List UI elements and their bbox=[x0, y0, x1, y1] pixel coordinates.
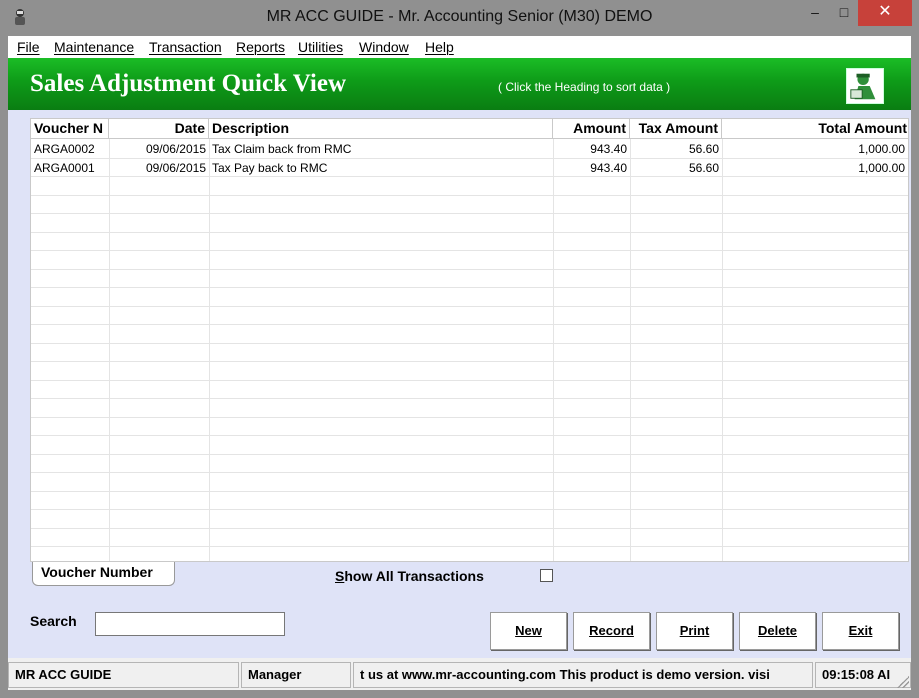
cell-date: 09/06/2015 bbox=[145, 160, 206, 175]
status-user: Manager bbox=[241, 662, 351, 688]
empty-table-row bbox=[31, 436, 908, 455]
minimize-button[interactable]: – bbox=[800, 0, 830, 26]
cell-voucher-no: ARGA0002 bbox=[34, 142, 95, 156]
empty-table-row bbox=[31, 307, 908, 325]
show-all-label-text: how All Transactions bbox=[344, 568, 484, 584]
column-header-amount[interactable]: Amount bbox=[553, 119, 630, 139]
cell-tax-amount: 56.60 bbox=[688, 160, 719, 175]
page-title: Sales Adjustment Quick View bbox=[30, 70, 347, 97]
empty-table-row bbox=[31, 325, 908, 344]
vouchers-table: Voucher N Date Description Amount Tax Am… bbox=[30, 118, 909, 562]
empty-table-row bbox=[31, 196, 908, 214]
empty-table-row bbox=[31, 381, 908, 399]
cell-description: Tax Pay back to RMC bbox=[212, 160, 328, 175]
empty-table-row bbox=[31, 510, 908, 529]
empty-table-row bbox=[31, 455, 908, 473]
page-header: Sales Adjustment Quick View ( Click the … bbox=[8, 58, 911, 110]
new-button[interactable]: New bbox=[490, 612, 567, 650]
title-bar: MR ACC GUIDE - Mr. Accounting Senior (M3… bbox=[0, 0, 919, 36]
accountant-figure-icon bbox=[846, 68, 884, 104]
app-window: MR ACC GUIDE - Mr. Accounting Senior (M3… bbox=[0, 0, 919, 698]
cell-tax-amount: 56.60 bbox=[688, 142, 719, 156]
record-button[interactable]: Record bbox=[573, 612, 650, 650]
sort-hint: ( Click the Heading to sort data ) bbox=[498, 80, 671, 94]
column-header-voucher-no[interactable]: Voucher N bbox=[31, 119, 109, 139]
column-header-total-amount[interactable]: Total Amount bbox=[722, 119, 908, 139]
maximize-button[interactable]: □ bbox=[830, 0, 858, 26]
exit-button[interactable]: Exit bbox=[822, 612, 899, 650]
resize-grip-icon[interactable] bbox=[897, 676, 909, 688]
search-label: Search bbox=[30, 613, 77, 629]
window-title: MR ACC GUIDE - Mr. Accounting Senior (M3… bbox=[266, 8, 653, 25]
empty-table-row bbox=[31, 418, 908, 436]
show-all-accelerator: S bbox=[335, 568, 345, 584]
menu-utilities[interactable]: Utilities bbox=[298, 39, 343, 55]
menu-reports[interactable]: Reports bbox=[236, 39, 285, 55]
empty-table-row bbox=[31, 214, 908, 233]
close-button[interactable]: ✕ bbox=[858, 0, 912, 26]
table-row[interactable]: ARGA0002 09/06/2015 Tax Claim back from … bbox=[31, 140, 908, 159]
cell-description: Tax Claim back from RMC bbox=[212, 142, 352, 156]
status-app-name: MR ACC GUIDE bbox=[8, 662, 239, 688]
menu-help[interactable]: Help bbox=[425, 39, 454, 55]
cell-voucher-no: ARGA0001 bbox=[34, 160, 95, 175]
empty-table-row bbox=[31, 344, 908, 362]
cell-amount: 943.40 bbox=[590, 160, 627, 175]
empty-table-row bbox=[31, 492, 908, 510]
empty-table-row bbox=[31, 251, 908, 270]
print-button[interactable]: Print bbox=[656, 612, 733, 650]
column-header-description[interactable]: Description bbox=[209, 119, 553, 139]
empty-table-row bbox=[31, 399, 908, 418]
show-all-transactions-label[interactable]: Show All Transactions bbox=[335, 568, 484, 584]
tab-voucher-number[interactable]: Voucher Number bbox=[32, 562, 175, 586]
menu-bar: File Maintenance Transaction Reports Uti… bbox=[8, 36, 911, 58]
menu-maintenance[interactable]: Maintenance bbox=[54, 39, 134, 55]
cell-amount: 943.40 bbox=[590, 142, 627, 156]
delete-button[interactable]: Delete bbox=[739, 612, 816, 650]
show-all-transactions-checkbox[interactable] bbox=[540, 569, 553, 582]
table-header: Voucher N Date Description Amount Tax Am… bbox=[31, 119, 908, 139]
empty-table-row bbox=[31, 529, 908, 547]
menu-transaction[interactable]: Transaction bbox=[149, 39, 222, 55]
cell-total-amount: 1,000.00 bbox=[858, 160, 905, 175]
empty-table-row bbox=[31, 362, 908, 381]
column-header-date[interactable]: Date bbox=[109, 119, 209, 139]
cell-total-amount: 1,000.00 bbox=[858, 142, 905, 156]
empty-table-row bbox=[31, 270, 908, 288]
status-bar: MR ACC GUIDE Manager t us at www.mr-acco… bbox=[8, 658, 911, 690]
client-area: Voucher N Date Description Amount Tax Am… bbox=[8, 110, 911, 658]
menu-file[interactable]: File bbox=[17, 39, 40, 55]
empty-table-row bbox=[31, 288, 908, 307]
table-row[interactable]: ARGA0001 09/06/2015 Tax Pay back to RMC … bbox=[31, 159, 908, 177]
empty-table-row bbox=[31, 233, 908, 251]
empty-table-row bbox=[31, 177, 908, 196]
empty-table-row bbox=[31, 473, 908, 492]
column-header-tax-amount[interactable]: Tax Amount bbox=[630, 119, 722, 139]
status-message: t us at www.mr-accounting.com This produ… bbox=[353, 662, 813, 688]
cell-date: 09/06/2015 bbox=[145, 142, 206, 156]
search-input[interactable] bbox=[95, 612, 285, 636]
menu-window[interactable]: Window bbox=[359, 39, 409, 55]
